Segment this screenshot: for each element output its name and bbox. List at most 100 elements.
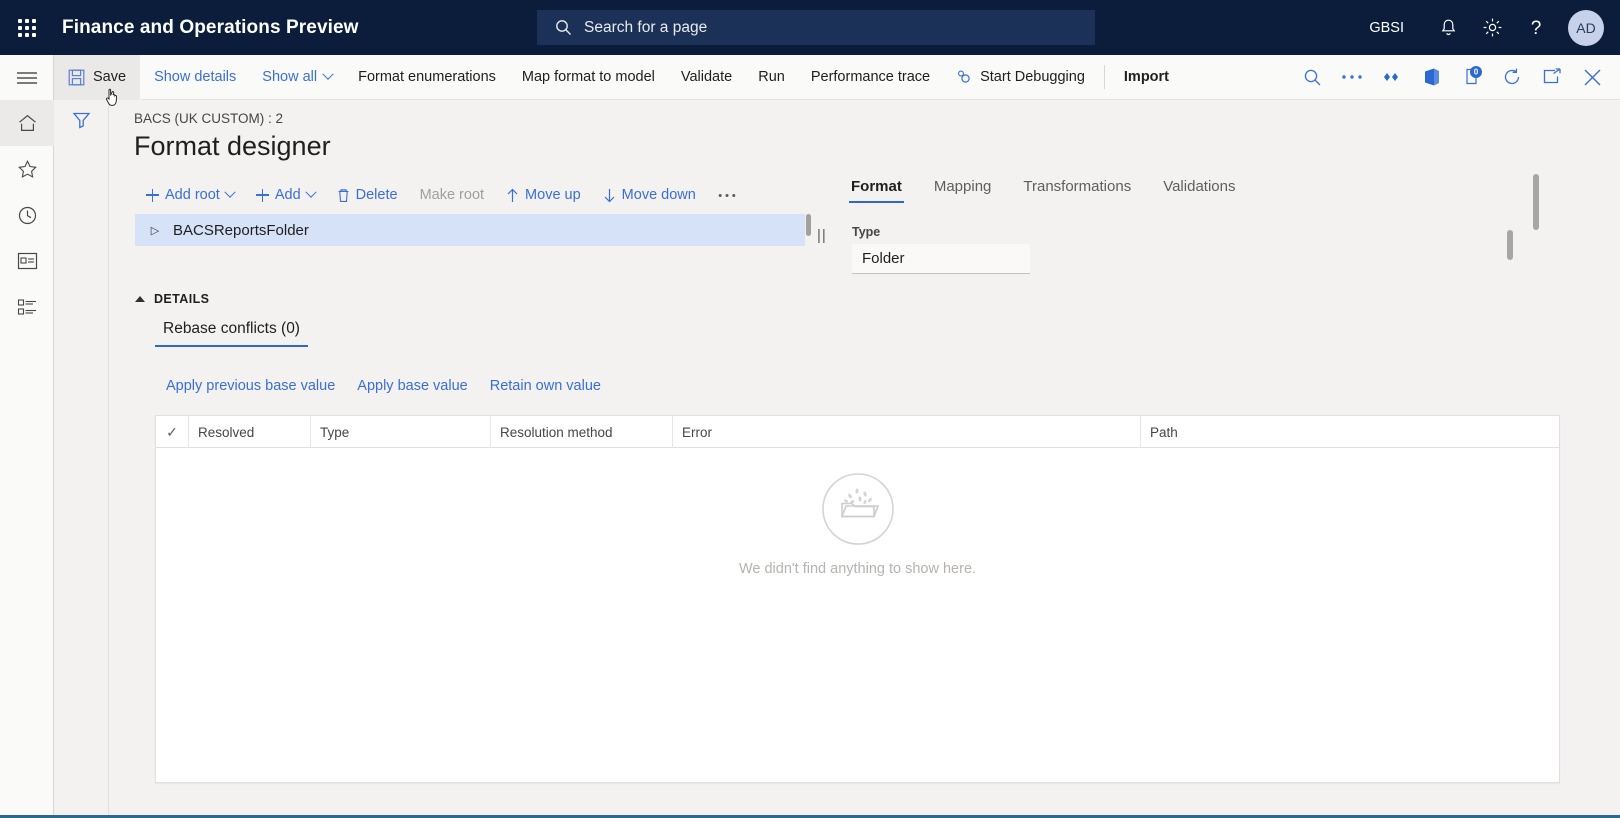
app-launcher-icon[interactable] [0, 0, 54, 55]
page-search-icon[interactable] [1292, 55, 1332, 100]
page-scrollbar-outer[interactable] [1533, 174, 1539, 230]
tab-transformations[interactable]: Transformations [1007, 178, 1147, 203]
tab-label: Format [851, 178, 902, 195]
grid-header-type[interactable]: Type [311, 416, 491, 448]
svg-text:?: ? [1531, 18, 1542, 39]
notes-icon[interactable]: 0 [1452, 55, 1492, 100]
cmd-show-details[interactable]: Show details [141, 55, 249, 100]
gear-icon[interactable] [1470, 0, 1514, 55]
apply-previous-base-value-link[interactable]: Apply previous base value [155, 378, 346, 394]
tree-overflow-button[interactable] [707, 178, 747, 212]
add-button[interactable]: Add [245, 178, 326, 212]
cmd-label: Show all [262, 69, 318, 85]
refresh-icon[interactable] [1492, 55, 1532, 100]
company-selector[interactable]: GBSI [1369, 20, 1404, 36]
cmd-label: Start Debugging [980, 69, 1085, 85]
tab-mapping[interactable]: Mapping [918, 178, 1008, 203]
filter-strip [54, 100, 109, 818]
attachments-icon[interactable] [1372, 55, 1412, 100]
sidebar-item-home[interactable] [0, 100, 54, 146]
tt-label: Delete [355, 187, 398, 203]
move-down-button[interactable]: Move down [592, 178, 707, 212]
command-bar: Save Show details Show all Format enumer… [54, 54, 1620, 100]
search-placeholder-text: Search for a page [584, 18, 708, 36]
chevron-down-icon [304, 186, 317, 198]
chevron-down-icon [322, 68, 334, 80]
conflict-action-links: Apply previous base value Apply base val… [155, 378, 612, 394]
cmd-run[interactable]: Run [745, 55, 798, 100]
hamburger-menu-icon[interactable] [0, 55, 54, 100]
cmd-label: Validate [680, 69, 733, 85]
cmd-label: Import [1123, 69, 1170, 85]
type-field-label: Type [852, 225, 881, 239]
cmd-import[interactable]: Import [1111, 55, 1182, 100]
cmd-show-all[interactable]: Show all [249, 55, 345, 100]
sidebar-item-workspaces[interactable] [0, 238, 54, 284]
tab-label: Mapping [933, 178, 992, 195]
sidebar-item-favorites[interactable] [0, 146, 54, 192]
cmd-label: Show details [154, 69, 237, 85]
retain-own-value-link[interactable]: Retain own value [479, 378, 612, 394]
grid-header-error[interactable]: Error [673, 416, 1141, 448]
link-label: Retain own value [489, 378, 601, 394]
cmd-validate[interactable]: Validate [668, 55, 745, 100]
tt-label: Make root [419, 187, 485, 203]
col-label: Resolved [198, 424, 255, 440]
tree-scrollbar[interactable] [806, 214, 811, 236]
breadcrumb: BACS (UK CUSTOM) : 2 [134, 111, 284, 126]
close-icon[interactable] [1572, 55, 1612, 100]
col-label: Path [1150, 424, 1178, 440]
type-field[interactable]: Folder [852, 244, 1030, 274]
tt-label: Move up [525, 187, 581, 203]
popout-icon[interactable] [1532, 55, 1572, 100]
cmd-map-format-to-model[interactable]: Map format to model [509, 55, 668, 100]
tree-node-bacsreportsfolder[interactable]: ▷ BACSReportsFolder [135, 214, 805, 246]
grid-header-select-all[interactable]: ✓ [156, 416, 189, 448]
save-button[interactable]: Save [54, 54, 142, 100]
add-root-button[interactable]: Add root [135, 178, 245, 212]
pane-splitter-handle[interactable]: || [817, 228, 826, 246]
debug-gears-icon [956, 69, 973, 85]
office-icon[interactable] [1412, 55, 1452, 100]
tab-validations[interactable]: Validations [1147, 178, 1251, 203]
tt-label: Add [274, 187, 301, 203]
overflow-icon [718, 193, 736, 197]
avatar[interactable]: AD [1568, 9, 1604, 46]
move-up-button[interactable]: Move up [495, 178, 592, 212]
trash-icon [337, 188, 350, 203]
tab-label: Transformations [1023, 178, 1132, 195]
delete-button[interactable]: Delete [326, 178, 409, 212]
apply-base-value-link[interactable]: Apply base value [346, 378, 478, 394]
grid-empty-state: We didn't find anything to show here. [156, 472, 1559, 577]
search-input[interactable]: Search for a page [537, 10, 1095, 45]
bell-icon[interactable] [1426, 0, 1470, 55]
filter-funnel-icon[interactable] [54, 100, 109, 140]
cmd-label: Performance trace [810, 69, 931, 85]
page-title: Format designer [134, 131, 331, 161]
page-scrollbar-inner[interactable] [1507, 230, 1513, 260]
question-mark-icon[interactable]: ? [1514, 0, 1558, 55]
details-label: DETAILS [154, 292, 210, 306]
details-tabs: Rebase conflicts (0) [155, 320, 308, 347]
tab-format[interactable]: Format [835, 178, 918, 203]
format-tree: ▷ BACSReportsFolder [135, 214, 805, 246]
rebase-conflicts-grid: ✓ Resolved Type Resolution method Error … [155, 415, 1560, 783]
grid-header-resolution-method[interactable]: Resolution method [491, 416, 673, 448]
cmd-start-debugging[interactable]: Start Debugging [943, 55, 1098, 100]
cmd-performance-trace[interactable]: Performance trace [798, 55, 943, 100]
link-label: Apply base value [357, 378, 468, 394]
sidebar-item-recent[interactable] [0, 192, 54, 238]
details-section-header[interactable]: DETAILS [135, 292, 209, 306]
save-disk-icon [68, 69, 85, 86]
grid-header-path[interactable]: Path [1141, 416, 1521, 448]
tree-toolbar: Add root Add Delete Make root Move up Mo… [135, 178, 747, 212]
tab-rebase-conflicts[interactable]: Rebase conflicts (0) [155, 320, 308, 347]
cmd-format-enumerations[interactable]: Format enumerations [345, 55, 509, 100]
tab-label: Validations [1163, 178, 1236, 195]
app-title: Finance and Operations Preview [62, 16, 359, 38]
overflow-menu-icon[interactable] [1332, 55, 1372, 100]
grid-header-row: ✓ Resolved Type Resolution method Error … [156, 416, 1559, 448]
grid-header-resolved[interactable]: Resolved [189, 416, 311, 448]
sidebar-item-modules[interactable] [0, 284, 54, 330]
chevron-right-icon[interactable]: ▷ [143, 224, 167, 237]
